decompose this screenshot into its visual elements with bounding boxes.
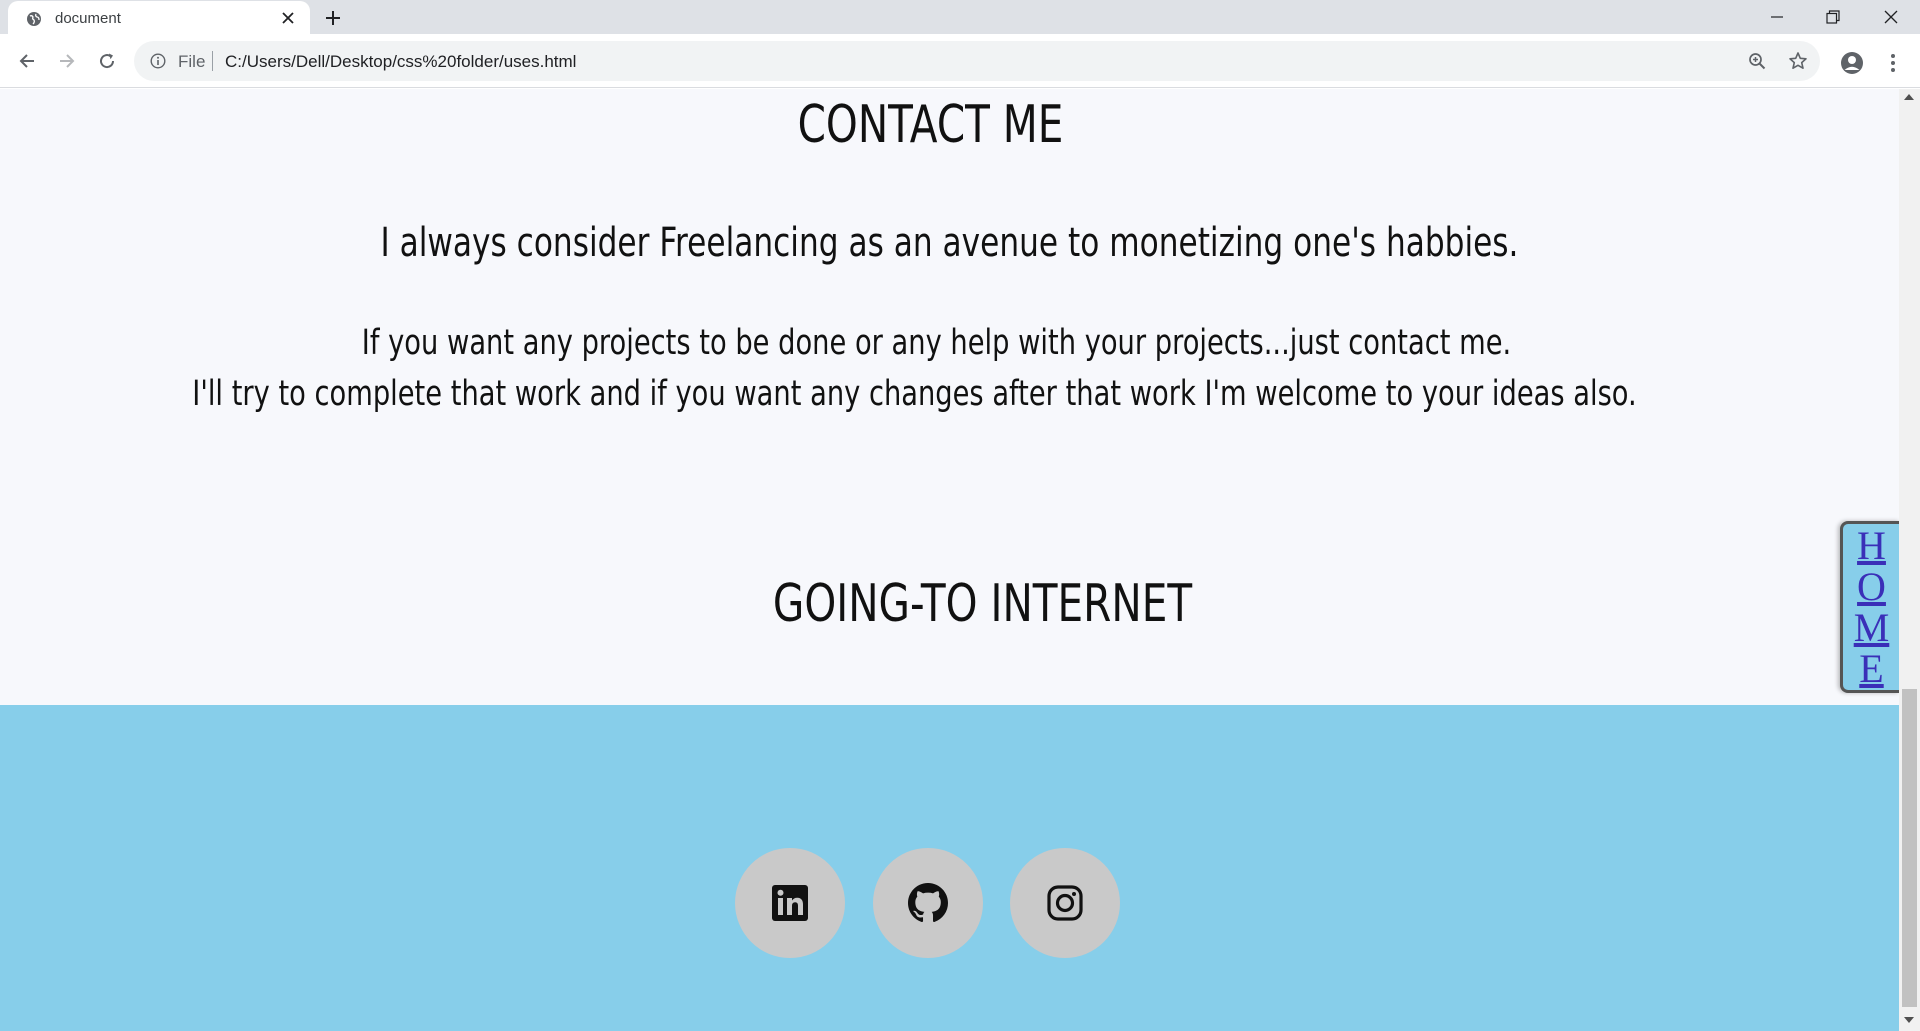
bookmark-star-icon[interactable] xyxy=(1788,51,1808,71)
forward-button[interactable] xyxy=(55,49,79,73)
restore-button[interactable] xyxy=(1810,0,1856,34)
close-icon xyxy=(1884,10,1898,24)
freelance-tagline: I always consider Freelancing as an aven… xyxy=(380,220,1519,266)
browser-tab[interactable]: document xyxy=(8,1,310,35)
minimize-icon xyxy=(1771,16,1783,18)
home-letter-e[interactable]: E xyxy=(1859,648,1883,689)
profile-avatar-icon[interactable] xyxy=(1840,51,1864,75)
address-bar[interactable]: File C:/Users/Dell/Desktop/css%20folder/… xyxy=(134,41,1820,81)
kebab-menu-icon[interactable] xyxy=(1886,53,1900,73)
info-icon[interactable] xyxy=(150,53,166,69)
scrollbar-thumb[interactable] xyxy=(1902,689,1917,1007)
home-letter-o[interactable]: O xyxy=(1857,566,1886,607)
back-button[interactable] xyxy=(15,49,39,73)
vertical-scrollbar[interactable] xyxy=(1899,89,1920,1031)
tab-title: document xyxy=(55,10,121,27)
arrow-left-icon xyxy=(19,54,34,68)
contact-paragraph-line-2: I'll try to complete that work and if yo… xyxy=(192,374,1637,414)
tab-strip: document xyxy=(0,0,1920,35)
url-text[interactable]: C:/Users/Dell/Desktop/css%20folder/uses.… xyxy=(225,52,576,72)
zoom-icon[interactable] xyxy=(1748,52,1766,70)
home-letter-h[interactable]: H xyxy=(1857,525,1886,566)
browser-toolbar: File C:/Users/Dell/Desktop/css%20folder/… xyxy=(0,34,1920,88)
close-window-button[interactable] xyxy=(1868,0,1914,34)
minimize-button[interactable] xyxy=(1754,0,1800,34)
going-to-internet-heading: GOING-TO INTERNET xyxy=(772,574,1193,634)
contact-heading: CONTACT ME xyxy=(797,95,1064,155)
scroll-down-arrow-icon[interactable] xyxy=(1904,1017,1914,1023)
home-link[interactable]: H O M E xyxy=(1840,521,1899,693)
github-link[interactable] xyxy=(873,848,983,958)
footer xyxy=(0,705,1899,1031)
restore-icon xyxy=(1826,10,1840,24)
scroll-up-arrow-icon[interactable] xyxy=(1904,94,1914,100)
linkedin-icon xyxy=(772,885,808,921)
reload-button[interactable] xyxy=(95,49,119,73)
instagram-icon xyxy=(1047,885,1083,921)
page-viewport: CONTACT ME I always consider Freelancing… xyxy=(0,89,1899,1031)
globe-icon xyxy=(27,12,41,26)
github-icon xyxy=(908,883,948,923)
reload-icon xyxy=(100,53,115,69)
contact-paragraph-line-1: If you want any projects to be done or a… xyxy=(361,323,1512,363)
address-separator xyxy=(212,51,213,71)
scheme-label: File xyxy=(178,52,206,71)
instagram-link[interactable] xyxy=(1010,848,1120,958)
arrow-right-icon xyxy=(60,54,75,68)
contact-section: CONTACT ME I always consider Freelancing… xyxy=(0,89,1899,705)
new-tab-icon[interactable] xyxy=(324,9,342,27)
linkedin-link[interactable] xyxy=(735,848,845,958)
close-tab-icon[interactable] xyxy=(280,10,296,26)
home-letter-m[interactable]: M xyxy=(1854,607,1890,648)
